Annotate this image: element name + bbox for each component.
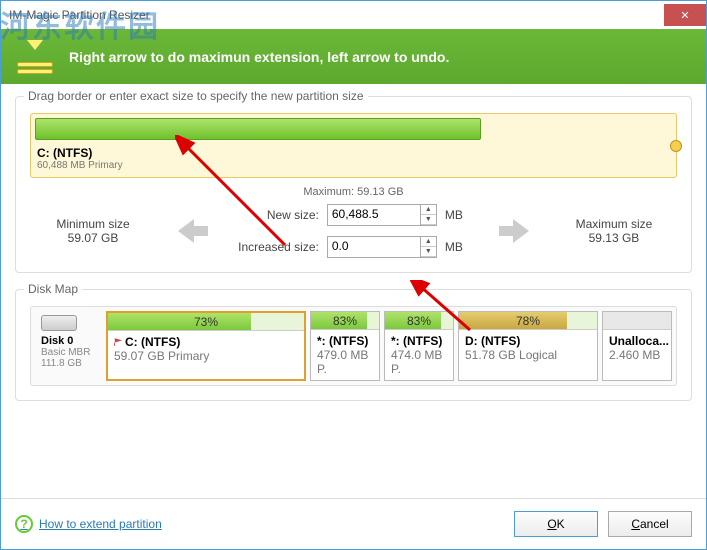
banner-text: Right arrow to do maximun extension, lef… [69,49,449,65]
unit-label: MB [445,240,469,254]
maximum-size-label: Maximum size [559,217,669,231]
help-icon: ? [15,515,33,533]
resize-icon [15,40,55,74]
unit-label: MB [445,208,469,222]
ok-button[interactable]: OK [514,511,598,537]
unallocated-partition[interactable]: Unalloca... 2.460 MB [602,311,672,381]
partition-slider[interactable]: C: (NTFS) 60,488 MB Primary [30,113,677,178]
decrease-arrow-button[interactable] [170,214,216,248]
maximum-size-value: 59.13 GB [559,231,669,245]
increase-arrow-button[interactable] [491,214,537,248]
partition-cell[interactable]: 73% C: (NTFS)59.07 GB Primary [106,311,306,381]
cancel-button[interactable]: Cancel [608,511,692,537]
disk-header: Disk 0 Basic MBR 111.8 GB [35,311,102,381]
help-link[interactable]: ? How to extend partition [15,515,162,533]
minimum-size-label: Minimum size [38,217,148,231]
header-banner: Right arrow to do maximun extension, lef… [1,29,706,84]
window-title: IM-Magic Partition Resizer [9,8,150,22]
spin-up-icon[interactable]: ▲ [421,205,436,215]
increased-size-label: Increased size: [238,240,319,254]
partition-name: C: (NTFS) [37,146,92,160]
boot-flag-icon [114,338,122,346]
slider-handle[interactable] [670,140,682,152]
partition-sub: 60,488 MB Primary [37,160,670,171]
disk-map-label: Disk Map [24,282,82,296]
minimum-size-value: 59.07 GB [38,231,148,245]
spin-down-icon[interactable]: ▼ [421,215,436,225]
spin-down-icon[interactable]: ▼ [421,247,436,257]
new-size-input[interactable]: 60,488.5 ▲▼ [327,204,437,226]
maximum-label: Maximum: 59.13 GB [30,186,677,198]
partition-cell[interactable]: 78% D: (NTFS)51.78 GB Logical [458,311,598,381]
partition-cell[interactable]: 83% *: (NTFS)479.0 MB P. [310,311,380,381]
spin-up-icon[interactable]: ▲ [421,237,436,247]
close-button[interactable]: ✕ [664,4,706,26]
drag-group-label: Drag border or enter exact size to speci… [24,89,368,103]
increased-size-input[interactable]: 0.0 ▲▼ [327,236,437,258]
new-size-label: New size: [267,208,319,222]
partition-cell[interactable]: 83% *: (NTFS)474.0 MB P. [384,311,454,381]
disk-icon [41,315,77,331]
